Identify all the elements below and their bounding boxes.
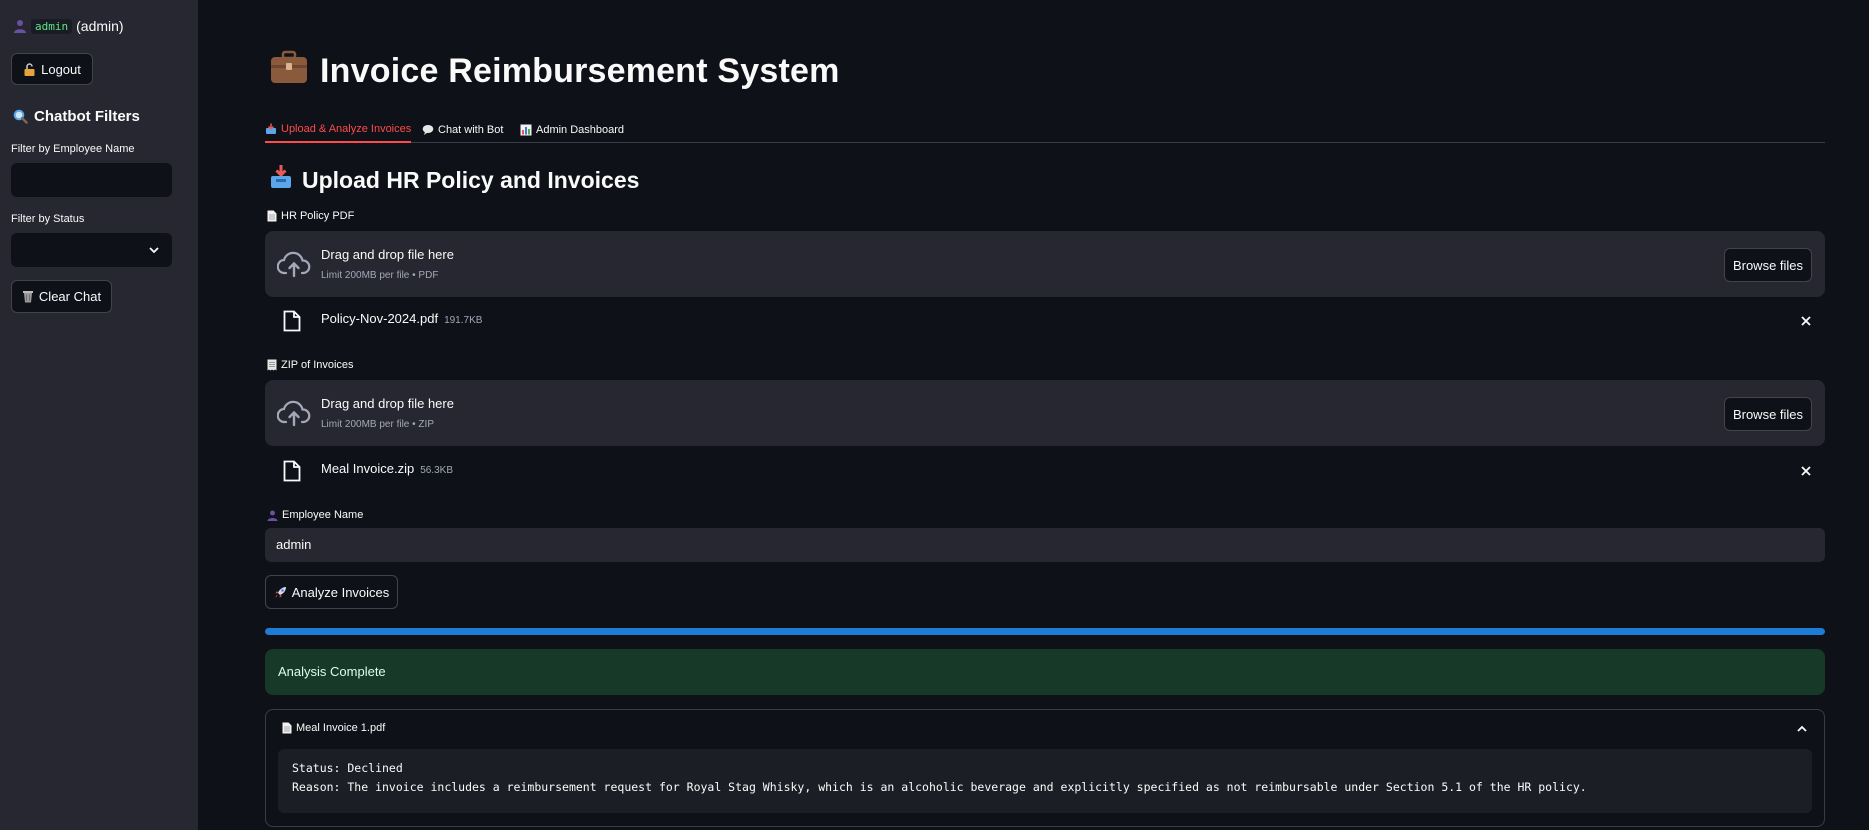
result-reason-line: Reason: The invoice includes a reimburse… xyxy=(292,780,1587,794)
page-title-text: Invoice Reimbursement System xyxy=(320,52,840,90)
tab-admin-dashboard[interactable]: Admin Dashboard xyxy=(520,117,624,143)
page-icon xyxy=(282,722,292,734)
receipt-icon xyxy=(267,359,277,371)
page-icon xyxy=(267,210,277,222)
section-title-text: Upload HR Policy and Invoices xyxy=(302,166,640,193)
zip-browse-button[interactable]: Browse files xyxy=(1724,397,1812,431)
user-icon xyxy=(13,19,27,33)
policy-browse-button[interactable]: Browse files xyxy=(1724,248,1812,282)
policy-file-size: 191.7KB xyxy=(444,315,483,326)
tab-chat-with-bot-label: Chat with Bot xyxy=(438,124,504,136)
policy-uploader-label: HR Policy PDF xyxy=(267,210,354,222)
speech-bubble-icon xyxy=(422,124,434,136)
employee-name-label: Employee Name xyxy=(267,509,363,521)
tab-upload-analyze[interactable]: Upload & Analyze Invoices xyxy=(265,117,412,143)
filters-heading: Chatbot Filters xyxy=(13,108,140,125)
result-expander-header[interactable]: Meal Invoice 1.pdf xyxy=(282,722,385,734)
policy-file-name: Policy-Nov-2024.pdf xyxy=(321,311,439,326)
status-filter-select[interactable] xyxy=(11,233,172,267)
tab-admin-dashboard-label: Admin Dashboard xyxy=(536,124,625,136)
zip-drop-text: Drag and drop file here xyxy=(321,396,454,411)
main-content: Invoice Reimbursement System Upload & An… xyxy=(198,0,1869,830)
page-title: Invoice Reimbursement System xyxy=(270,50,840,93)
result-expander: Meal Invoice 1.pdf Status: Declined Reas… xyxy=(265,709,1825,827)
user-name: admin xyxy=(31,18,73,34)
result-code-block: Status: Declined Reason: The invoice inc… xyxy=(278,749,1812,813)
employee-name-input[interactable]: admin xyxy=(265,528,1825,562)
progress-bar xyxy=(265,628,1825,635)
zip-dropzone[interactable]: Drag and drop file here Limit 200MB per … xyxy=(265,380,1825,446)
wastebasket-icon xyxy=(22,290,34,303)
magnifier-icon xyxy=(13,109,28,124)
success-alert: Analysis Complete xyxy=(265,649,1825,695)
file-icon xyxy=(283,460,301,487)
user-role: (admin) xyxy=(76,18,124,34)
zip-limit-text: Limit 200MB per file • ZIP xyxy=(321,419,434,430)
result-file-label: Meal Invoice 1.pdf xyxy=(296,722,386,734)
zip-uploader-label: ZIP of Invoices xyxy=(267,359,354,371)
progress-bar-fill xyxy=(265,628,1825,635)
zip-file-name: Meal Invoice.zip xyxy=(321,461,415,476)
logout-button[interactable]: Logout xyxy=(11,53,93,85)
user-icon xyxy=(267,510,278,521)
chevron-down-icon xyxy=(148,243,160,261)
analyze-invoices-label: Analyze Invoices xyxy=(291,584,390,600)
sidebar-user: admin (admin) xyxy=(13,18,124,34)
close-icon[interactable] xyxy=(1799,314,1813,333)
filters-heading-text: Chatbot Filters xyxy=(34,108,140,125)
chevron-up-icon[interactable] xyxy=(1796,722,1808,740)
status-filter-label: Filter by Status xyxy=(11,213,85,225)
policy-drop-text: Drag and drop file here xyxy=(321,247,454,262)
zip-uploader-label-text: ZIP of Invoices xyxy=(281,359,354,371)
tab-bar: Upload & Analyze Invoices Chat with Bot … xyxy=(265,112,1825,143)
employee-filter-input[interactable] xyxy=(11,163,172,197)
close-icon[interactable] xyxy=(1799,464,1813,483)
cloud-upload-icon xyxy=(276,249,311,284)
clear-chat-label: Clear Chat xyxy=(38,289,102,304)
employee-name-label-text: Employee Name xyxy=(282,509,364,521)
logout-label: Logout xyxy=(41,61,81,77)
zip-file-row: Meal Invoice.zip 56.3KB xyxy=(265,452,1825,492)
analyze-invoices-button[interactable]: Analyze Invoices xyxy=(265,575,398,609)
sidebar: admin (admin) Logout Chatbot Filters Fil… xyxy=(0,0,198,830)
policy-file-row: Policy-Nov-2024.pdf 191.7KB xyxy=(265,302,1825,342)
unlock-icon xyxy=(23,62,36,76)
section-title: Upload HR Policy and Invoices xyxy=(270,165,639,195)
rocket-icon xyxy=(274,586,287,599)
file-icon xyxy=(283,310,301,337)
tab-upload-analyze-label: Upload & Analyze Invoices xyxy=(281,123,412,135)
briefcase-icon xyxy=(270,50,308,93)
inbox-tray-icon xyxy=(270,165,292,195)
tab-chat-with-bot[interactable]: Chat with Bot xyxy=(422,117,503,143)
policy-uploader-label-text: HR Policy PDF xyxy=(281,210,355,222)
cloud-upload-icon xyxy=(276,398,311,433)
zip-file-info: Meal Invoice.zip 56.3KB xyxy=(321,461,453,476)
policy-limit-text: Limit 200MB per file • PDF xyxy=(321,270,439,281)
zip-file-size: 56.3KB xyxy=(420,465,454,476)
result-status-line: Status: Declined xyxy=(292,761,403,775)
inbox-tray-icon xyxy=(265,123,277,135)
policy-file-info: Policy-Nov-2024.pdf 191.7KB xyxy=(321,311,482,326)
policy-dropzone[interactable]: Drag and drop file here Limit 200MB per … xyxy=(265,231,1825,297)
clear-chat-button[interactable]: Clear Chat xyxy=(11,280,112,313)
employee-filter-label: Filter by Employee Name xyxy=(11,143,135,155)
bar-chart-icon xyxy=(520,124,532,136)
